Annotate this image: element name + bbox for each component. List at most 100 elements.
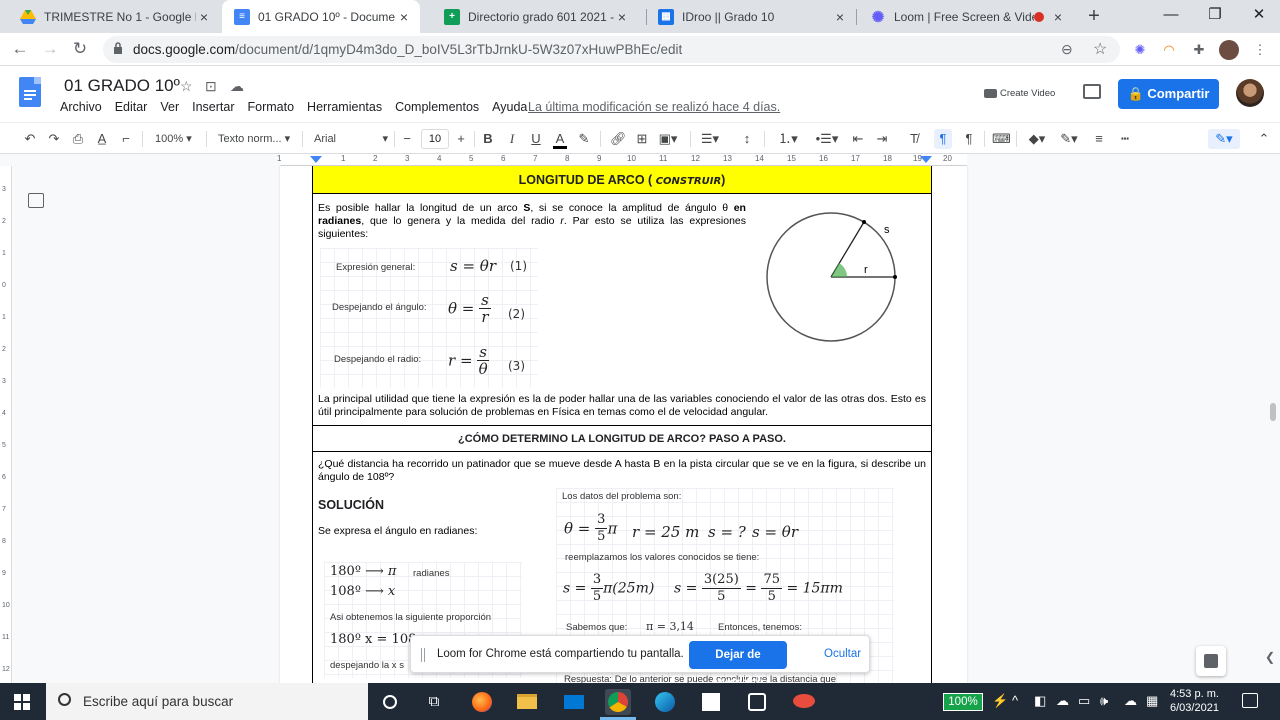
fill-color-icon[interactable]: ◆▾ [1024, 129, 1050, 149]
tab-google-sheets[interactable]: + Directorio grado 601 2021 - Hojas de c… [432, 0, 638, 33]
menu-formato[interactable]: Formato [248, 100, 295, 114]
tab-google-drive[interactable]: TRIMESTRE No 1 - Google Drive × [8, 0, 220, 33]
taskbar-search-input[interactable]: Escribe aquí para buscar [46, 683, 368, 720]
vertical-scrollbar[interactable] [1270, 403, 1276, 421]
font-size-input[interactable]: 10 [421, 129, 449, 149]
undo-icon[interactable]: ↶ [22, 129, 38, 149]
close-icon[interactable]: × [196, 9, 212, 25]
reload-icon[interactable]: ↻ [68, 37, 92, 61]
cortana-icon[interactable] [377, 689, 403, 715]
close-icon[interactable]: × [832, 9, 848, 25]
menu-ver[interactable]: Ver [160, 100, 179, 114]
menu-insertar[interactable]: Insertar [192, 100, 234, 114]
ltr-icon[interactable]: ¶ [934, 129, 952, 149]
border-width-icon[interactable]: ≡ [1090, 129, 1108, 149]
keyboard-icon[interactable]: ⌨ [992, 129, 1011, 149]
align-icon[interactable]: ☰▾ [698, 129, 722, 149]
zoom-icon[interactable]: ⊖ [1061, 41, 1073, 58]
editing-mode-icon[interactable]: ✎▾ [1208, 129, 1240, 149]
menu-ayuda[interactable]: Ayuda [492, 100, 527, 114]
hide-button[interactable]: Ocultar [824, 648, 861, 660]
print-icon[interactable]: ⎙ [70, 129, 86, 149]
chevron-left-icon[interactable]: ❮ [1265, 650, 1275, 664]
insert-image-icon[interactable]: ▣▾ [656, 129, 680, 149]
profile-avatar[interactable] [1219, 40, 1239, 60]
stop-sharing-button[interactable]: Dejar de compartir [689, 641, 787, 689]
menu-editar[interactable]: Editar [115, 100, 148, 114]
tab-loom[interactable]: ✺ Loom | Free Screen & Video Recording × [858, 0, 1074, 33]
spellcheck-icon[interactable]: A̲ [94, 129, 110, 149]
volume-icon[interactable]: 🕪 [1100, 693, 1108, 709]
file-explorer-icon[interactable] [514, 689, 540, 715]
font-select[interactable]: Arial ▾ [314, 129, 388, 149]
document-title[interactable]: 01 GRADO 10º [64, 76, 180, 96]
menu-herramientas[interactable]: Herramientas [307, 100, 382, 114]
close-icon[interactable]: × [614, 9, 630, 25]
move-folder-icon[interactable]: ⊡ [205, 78, 217, 95]
paint-format-icon[interactable]: ⌐ [118, 129, 134, 149]
menu-dots-icon[interactable]: ⋮ [1250, 40, 1270, 60]
zoom-select[interactable]: 100% ▾ [155, 129, 192, 149]
border-color-icon[interactable]: ✎▾ [1056, 129, 1082, 149]
windows-start-icon[interactable] [14, 694, 30, 710]
drag-handle-icon[interactable] [421, 648, 425, 662]
network-icon[interactable]: ☁ [1124, 693, 1137, 709]
bold-icon[interactable]: B [481, 129, 495, 149]
tray-app-icon[interactable]: ◧ [1034, 693, 1046, 709]
system-clock[interactable]: 4:53 p. m. 6/03/2021 [1170, 687, 1219, 715]
redo-icon[interactable]: ↷ [46, 129, 62, 149]
menu-archivo[interactable]: Archivo [60, 100, 102, 114]
last-edit-link[interactable]: La última modificación se realizó hace 4… [528, 100, 780, 114]
highlight-icon[interactable]: ✎ [577, 129, 591, 149]
cloud-status-icon[interactable]: ☁ [230, 78, 244, 95]
app-icon[interactable] [744, 689, 770, 715]
puzzle-icon[interactable]: ✚ [1189, 40, 1209, 60]
increase-indent-icon[interactable]: ⇥ [874, 129, 890, 149]
task-view-icon[interactable]: ⧉ [421, 689, 447, 715]
show-hidden-icons[interactable]: ^ [1012, 693, 1018, 708]
explore-icon[interactable] [1196, 646, 1226, 676]
close-window-button[interactable]: ✕ [1236, 0, 1280, 33]
new-tab-button[interactable]: + [1082, 4, 1106, 28]
url-input[interactable]: docs.google.com/document/d/1qmyD4m3do_D_… [103, 36, 1120, 63]
create-video-button[interactable]: Create Video [984, 88, 1055, 99]
document-page[interactable]: LONGITUD DE ARCO ( CONSTRUIR) Es posible… [280, 166, 967, 683]
notification-icon[interactable] [1242, 693, 1258, 708]
tab-idroo[interactable]: ▦ IDroo || Grado 10 × [646, 0, 856, 33]
google-docs-logo[interactable] [19, 77, 41, 107]
forward-arrow-icon[interactable]: → [38, 37, 62, 61]
star-icon[interactable]: ☆ [1093, 39, 1107, 59]
firefox-icon[interactable] [469, 689, 495, 715]
user-avatar[interactable] [1236, 79, 1264, 107]
increase-font-button[interactable]: + [454, 129, 468, 149]
clear-formatting-icon[interactable]: T̸ [906, 129, 922, 149]
link-icon[interactable]: 🔗︎ [610, 129, 627, 149]
italic-icon[interactable]: I [505, 129, 519, 149]
power-icon[interactable]: ⚡ [992, 693, 1008, 709]
collapse-menu-icon[interactable]: ⌃ [1256, 129, 1272, 149]
tab-google-docs[interactable]: ≡ 01 GRADO 10º - Documentos de Google × [222, 0, 420, 33]
rtl-icon[interactable]: ¶ [960, 129, 978, 149]
back-arrow-icon[interactable]: ← [8, 37, 32, 61]
battery-icon[interactable]: ▭ [1078, 693, 1090, 709]
decrease-font-button[interactable]: − [400, 129, 414, 149]
close-icon[interactable]: × [1050, 9, 1066, 25]
indent-marker-icon[interactable] [310, 156, 322, 164]
right-indent-marker-icon[interactable] [920, 156, 932, 164]
menu-complementos[interactable]: Complementos [395, 100, 479, 114]
comment-icon[interactable] [1083, 84, 1101, 99]
text-color-icon[interactable]: A [553, 129, 567, 149]
loom-extension-icon[interactable]: ✺ [1130, 40, 1150, 60]
minimize-button[interactable]: — [1148, 0, 1194, 33]
line-spacing-icon[interactable]: ↕ [738, 129, 756, 149]
style-select[interactable]: Texto norm... ▾ [218, 129, 290, 149]
language-icon[interactable]: ▦ [1146, 693, 1158, 709]
app-icon-2[interactable] [791, 689, 817, 715]
onedrive-icon[interactable]: ☁ [1056, 693, 1069, 709]
maximize-button[interactable]: ❐ [1192, 0, 1238, 33]
close-icon[interactable]: × [396, 9, 412, 25]
store-icon[interactable] [698, 689, 724, 715]
edge-icon[interactable] [652, 689, 678, 715]
document-outline-icon[interactable] [28, 193, 44, 208]
battery-indicator[interactable]: 100% [943, 693, 983, 711]
